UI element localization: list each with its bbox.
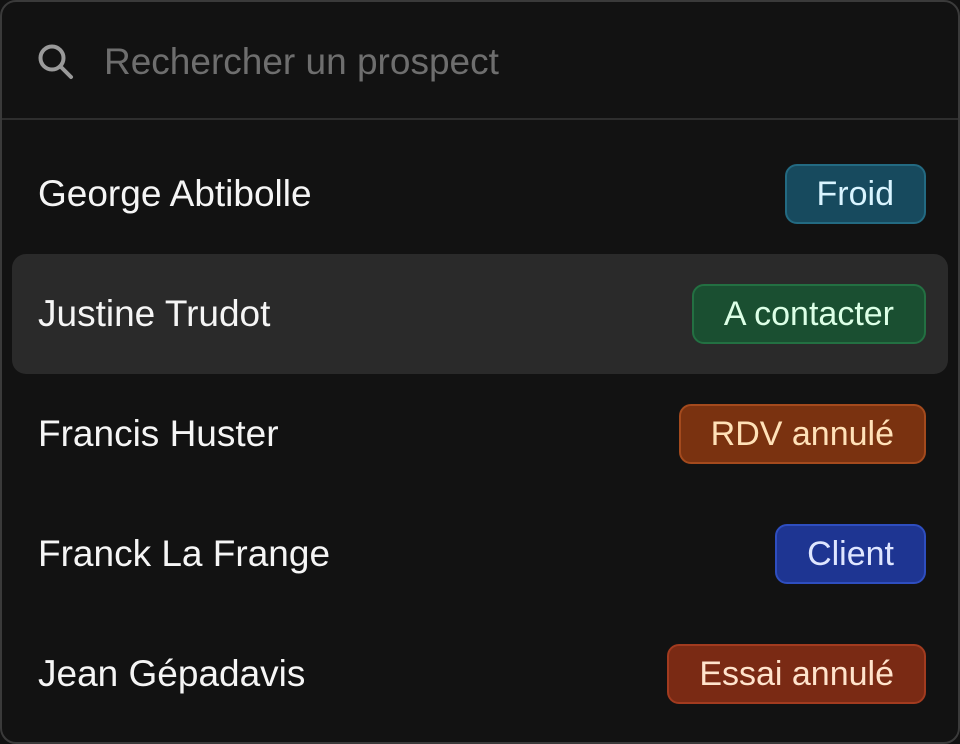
search-bar bbox=[2, 2, 958, 120]
prospect-name: Francis Huster bbox=[38, 413, 279, 454]
status-badge: Client bbox=[775, 524, 926, 584]
status-badge: Essai annulé bbox=[667, 644, 926, 704]
prospect-name: Franck La Frange bbox=[38, 533, 331, 574]
status-badge: A contacter bbox=[691, 284, 926, 344]
prospect-name: Justine Trudot bbox=[38, 293, 271, 334]
status-badge: Froid bbox=[784, 164, 926, 224]
list-item[interactable]: Justine Trudot A contacter bbox=[12, 254, 948, 374]
prospect-search-panel: George Abtibolle Froid Justine Trudot A … bbox=[0, 0, 960, 744]
status-badge: RDV annulé bbox=[678, 404, 926, 464]
search-input[interactable] bbox=[104, 32, 924, 92]
prospect-name: Jean Gépadavis bbox=[38, 653, 306, 694]
list-item[interactable]: George Abtibolle Froid bbox=[12, 134, 948, 254]
list-item[interactable]: Jean Gépadavis Essai annulé bbox=[12, 614, 948, 734]
list-item[interactable]: Franck La Frange Client bbox=[12, 494, 948, 614]
prospect-name: George Abtibolle bbox=[38, 173, 312, 214]
search-icon bbox=[36, 42, 76, 82]
list-item[interactable]: Francis Huster RDV annulé bbox=[12, 374, 948, 494]
